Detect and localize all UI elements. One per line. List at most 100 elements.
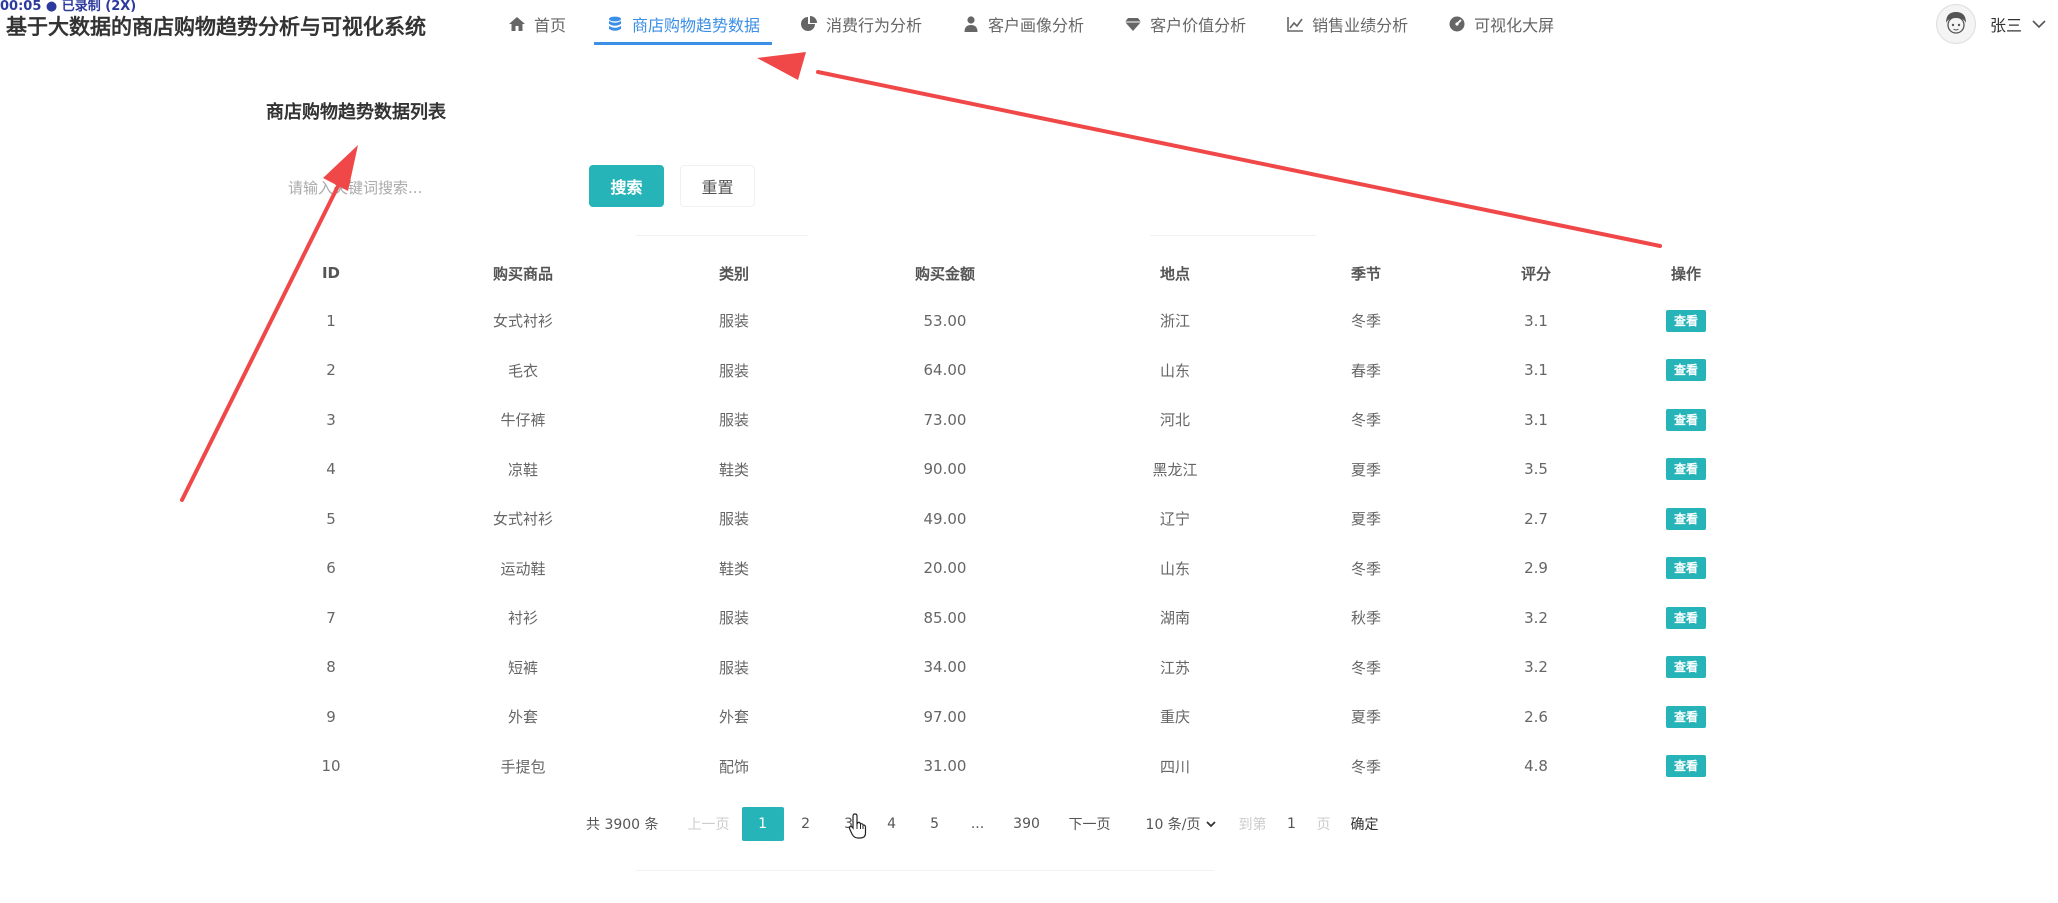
user-menu[interactable]: 张三 (1936, 4, 2048, 44)
cell-id: 10 (321, 757, 341, 776)
view-button[interactable]: 查看 (1666, 507, 1706, 530)
cell-amount: 49.00 (923, 509, 967, 528)
table-row: 1 女式衬衫 服装 53.00 浙江 冬季 3.1 查看 (254, 296, 1742, 346)
cell-location: 浙江 (1159, 312, 1190, 331)
nav-label: 客户价值分析 (1150, 16, 1247, 35)
cell-actions: 查看 (1630, 692, 1742, 742)
cell-product: 毛衣 (507, 361, 538, 380)
column-header-id: ID (321, 264, 341, 282)
next-page-button[interactable]: 下一页 (1055, 807, 1125, 841)
page-last-button[interactable]: 390 (1000, 807, 1054, 841)
cell-location: 山东 (1159, 559, 1190, 578)
chevron-down-icon (2032, 20, 2046, 29)
prev-page-button[interactable]: 上一页 (677, 807, 741, 841)
cell-category: 鞋类 (718, 460, 749, 479)
cell-location: 湖南 (1159, 609, 1190, 628)
cell-product: 牛仔裤 (500, 411, 546, 430)
data-table: ID 购买商品 类别 购买金额 地点 季节 评分 操作 1 女式衬衫 服装 53… (254, 250, 1742, 791)
cell-id: 6 (326, 559, 336, 578)
page-ellipsis[interactable]: ... (957, 807, 999, 841)
cell-rating: 2.7 (1524, 509, 1548, 528)
cell-product: 短裤 (507, 658, 538, 677)
cell-id: 7 (326, 608, 336, 627)
cell-amount: 85.00 (923, 608, 967, 627)
view-button[interactable]: 查看 (1666, 557, 1706, 580)
dashboard-icon (1449, 16, 1465, 32)
view-button[interactable]: 查看 (1666, 656, 1706, 679)
search-button[interactable]: 搜索 (589, 165, 664, 207)
view-button[interactable]: 查看 (1666, 755, 1706, 778)
column-header-actions: 操作 (1670, 264, 1701, 283)
column-header-rating: 评分 (1520, 264, 1551, 283)
column-header-amount: 购买金额 (914, 264, 975, 283)
view-button[interactable]: 查看 (1666, 705, 1706, 728)
page-1-button[interactable]: 1 (741, 807, 784, 841)
cell-season: 冬季 (1350, 411, 1381, 430)
nav-item-home[interactable]: 首页 (488, 0, 586, 48)
cell-season: 冬季 (1350, 658, 1381, 677)
cell-id: 5 (326, 509, 336, 528)
table-row: 4 凉鞋 鞋类 90.00 黑龙江 夏季 3.5 查看 (254, 445, 1742, 495)
cell-product: 外套 (507, 708, 538, 727)
cell-actions: 查看 (1630, 494, 1742, 544)
cell-amount: 34.00 (923, 658, 967, 677)
divider (636, 235, 808, 236)
nav-item-sales-performance[interactable]: 销售业绩分析 (1266, 0, 1428, 48)
cell-rating: 3.2 (1524, 658, 1548, 677)
page-2-button[interactable]: 2 (785, 807, 827, 841)
cell-id: 2 (326, 361, 336, 380)
cell-rating: 2.6 (1524, 707, 1548, 726)
nav-item-customer-profile[interactable]: 客户画像分析 (942, 0, 1104, 48)
cell-category: 配饰 (718, 757, 749, 776)
user-name: 张三 (1990, 16, 2023, 35)
cell-rating: 3.2 (1524, 608, 1548, 627)
cell-product: 女式衬衫 (492, 510, 553, 529)
pagination: 共 3900 条 上一页 1 2 3 4 5 ... 390 下一页 10 条/… (586, 806, 1379, 842)
view-button[interactable]: 查看 (1666, 359, 1706, 382)
view-button[interactable]: 查看 (1666, 309, 1706, 332)
search-input[interactable] (286, 168, 580, 208)
divider (1150, 235, 1316, 236)
cell-amount: 31.00 (923, 757, 967, 776)
column-header-season: 季节 (1350, 264, 1381, 283)
view-button[interactable]: 查看 (1666, 458, 1706, 481)
cell-category: 服装 (718, 510, 749, 529)
cell-id: 4 (326, 460, 336, 479)
nav-item-consumption-behavior[interactable]: 消费行为分析 (780, 0, 942, 48)
view-button[interactable]: 查看 (1666, 606, 1706, 629)
cell-amount: 20.00 (923, 559, 967, 578)
page-size-select[interactable]: 10 条/页 (1146, 814, 1217, 834)
nav-label: 可视化大屏 (1474, 16, 1555, 35)
reset-button[interactable]: 重置 (680, 165, 755, 207)
cell-season: 秋季 (1350, 609, 1381, 628)
nav-item-shopping-trend-data[interactable]: 商店购物趋势数据 (586, 0, 780, 48)
line-chart-icon (1287, 17, 1304, 32)
cell-actions: 查看 (1630, 742, 1742, 792)
cell-season: 夏季 (1350, 708, 1381, 727)
avatar-icon (1936, 4, 1976, 44)
nav-item-customer-value[interactable]: 客户价值分析 (1104, 0, 1266, 48)
table-row: 2 毛衣 服装 64.00 山东 春季 3.1 查看 (254, 346, 1742, 396)
cell-location: 山东 (1159, 361, 1190, 380)
cell-category: 外套 (718, 708, 749, 727)
jump-confirm-button[interactable]: 确定 (1351, 814, 1379, 834)
cell-amount: 90.00 (923, 460, 967, 479)
diamond-icon (1125, 18, 1142, 31)
page-5-button[interactable]: 5 (914, 807, 956, 841)
jump-prefix: 到第 (1238, 817, 1267, 833)
home-icon (509, 17, 525, 31)
cell-actions: 查看 (1630, 544, 1742, 594)
cell-amount: 64.00 (923, 361, 967, 380)
cell-rating: 3.1 (1524, 410, 1548, 429)
cell-actions: 查看 (1630, 296, 1742, 346)
page-4-button[interactable]: 4 (871, 807, 913, 841)
cell-location: 河北 (1159, 411, 1190, 430)
nav-label: 销售业绩分析 (1312, 16, 1409, 35)
jump-page-input[interactable] (1266, 808, 1317, 840)
cell-category: 服装 (718, 609, 749, 628)
nav-item-visual-dashboard[interactable]: 可视化大屏 (1428, 0, 1574, 48)
cell-location: 四川 (1159, 757, 1190, 776)
cell-season: 夏季 (1350, 510, 1381, 529)
view-button[interactable]: 查看 (1666, 408, 1706, 431)
page-title: 商店购物趋势数据列表 (266, 102, 446, 123)
